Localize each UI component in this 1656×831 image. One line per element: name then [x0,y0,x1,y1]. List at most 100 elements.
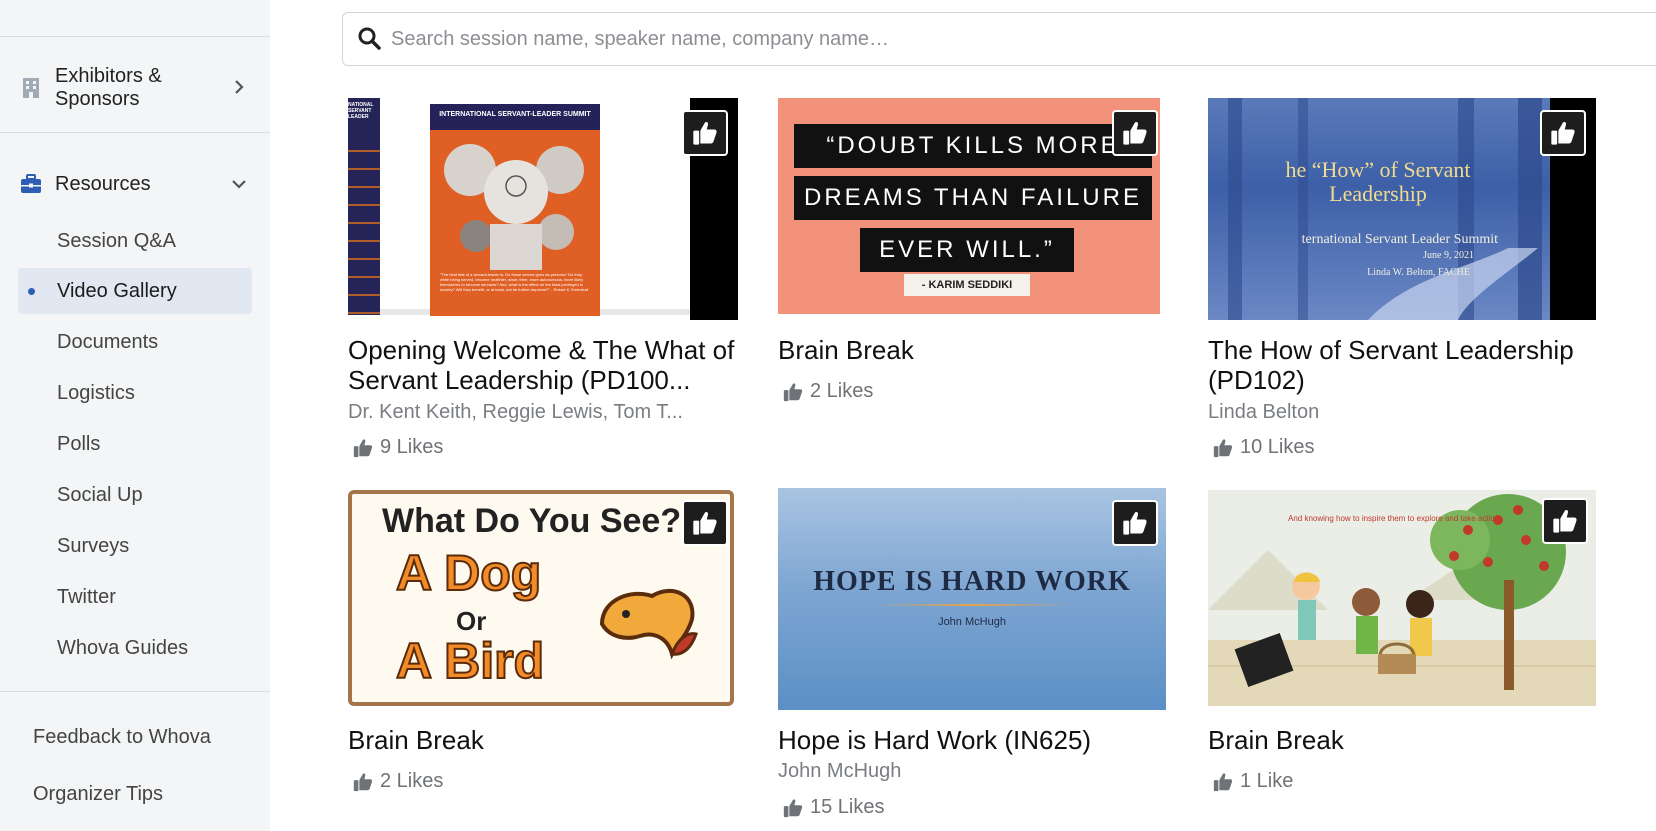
thumb-text: June 9, 2021 [1423,250,1474,261]
sidebar-item-label: Video Gallery [57,280,177,302]
thumbs-up-icon [783,382,803,401]
sidebar-item-label: Social Up [57,484,143,506]
thumb-text: NATIONAL SERVANT LEADER [348,102,374,120]
like-button[interactable] [682,110,728,156]
thumbs-up-icon [783,798,803,817]
video-thumbnail[interactable]: NATIONAL SERVANT LEADER INTERNATIONAL SE… [348,98,738,320]
sidebar-item-label: Polls [57,433,101,455]
thumbs-up-icon [1123,122,1147,145]
thumb-title: he “How” of Servant Leadership [1208,158,1548,206]
sidebar-item-documents[interactable]: Documents [18,319,252,365]
video-thumbnail[interactable]: “DOUBT KILLS MORE DREAMS THAN FAILURE EV… [778,98,1160,314]
sidebar-item-label: Sponsors [55,88,140,110]
sidebar-item-label: Exhibitors & [55,65,162,87]
sidebar-item-label: Surveys [57,535,130,557]
video-title[interactable]: Brain Break [778,335,1178,365]
active-indicator-dot [28,288,35,295]
thumb-text: Leadership [1329,181,1427,206]
video-card: And knowing how to inspire them to explo… [1208,490,1598,800]
search-input[interactable] [391,21,1391,57]
sidebar-item-social-up[interactable]: Social Up [18,472,252,518]
likes-count: 2 Likes [352,770,443,793]
thumbs-up-icon [1551,122,1575,145]
video-title[interactable]: The How of Servant Leadership (PD102) [1208,335,1608,395]
sidebar-divider [0,132,270,133]
like-button[interactable] [1542,498,1588,544]
sidebar-item-polls[interactable]: Polls [18,421,252,467]
likes-count: 1 Like [1212,770,1293,793]
thumb-text: A Dog [395,544,542,602]
sidebar-item-label: Documents [57,331,159,353]
dog-bird-illustration [599,589,698,660]
chevron-down-icon [232,180,246,189]
sidebar-item-session-qa[interactable]: Session Q&A [18,218,252,264]
video-speakers: Linda Belton [1208,401,1320,423]
video-thumbnail[interactable]: What Do You See? A Dog Or A Bird [348,490,734,706]
video-card: What Do You See? A Dog Or A Bird Brain B… [348,490,738,800]
thumb-side-panel: NATIONAL SERVANT LEADER [348,98,380,315]
video-title[interactable]: Brain Break [348,725,748,755]
thumb-text: HOPE IS HARD WORK [813,566,1131,597]
thumbs-up-icon [693,512,717,535]
sidebar-item-label: Logistics [57,382,135,404]
likes-count: 10 Likes [1212,436,1315,459]
video-card: “DOUBT KILLS MORE DREAMS THAN FAILURE EV… [778,98,1168,418]
thumb-text: ternational Servant Leader Summit [1301,232,1498,247]
thumb-text: John McHugh [938,616,1006,628]
likes-label: 15 Likes [810,796,885,818]
video-title[interactable]: Brain Break [1208,725,1608,755]
thumb-text: A Bird [395,632,545,690]
thumb-text: DREAMS THAN FAILURE [794,176,1152,220]
sidebar-item-label: Whova Guides [57,637,189,659]
sidebar-divider [0,36,270,37]
building-icon [20,77,42,99]
video-card: HOPE IS HARD WORK John McHugh Hope is Ha… [778,488,1168,828]
video-speakers: Dr. Kent Keith, Reggie Lewis, Tom T... [348,401,683,423]
thumb-text: Linda W. Belton, FACHE [1367,267,1470,278]
thumb-text: “DOUBT KILLS MORE [794,124,1152,168]
sidebar-item-label: Resources [55,173,151,195]
thumb-text: What Do You See? [382,502,682,540]
like-button[interactable] [1112,500,1158,546]
video-title[interactable]: Hope is Hard Work (IN625) [778,725,1178,755]
sidebar-item-twitter[interactable]: Twitter [18,574,252,620]
forest-path-background [1228,98,1542,320]
feedback-link[interactable]: Feedback to Whova [33,726,211,749]
sidebar-item-label: Session Q&A [57,230,176,252]
thumb-text: And knowing how to inspire them to explo… [1288,514,1500,523]
toolbox-icon [20,173,42,195]
likes-count: 2 Likes [782,380,873,403]
video-thumbnail[interactable]: he “How” of Servant Leadership ternation… [1208,98,1596,320]
thumbs-up-icon [353,772,373,791]
sidebar: Exhibitors & Sponsors Resources Session … [0,0,270,831]
thumbs-up-icon [353,438,373,457]
like-button[interactable] [1112,110,1158,156]
video-title[interactable]: Opening Welcome & The What of Servant Le… [348,335,748,395]
like-button[interactable] [1540,110,1586,156]
video-speakers: John McHugh [778,760,902,782]
likes-label: 2 Likes [810,380,874,402]
thumb-text: INTERNATIONAL SERVANT-LEADER SUMMIT [430,104,600,130]
likes-label: 9 Likes [380,436,444,458]
thumb-text: he “How” of Servant [1285,157,1471,182]
video-thumbnail[interactable]: And knowing how to inspire them to explo… [1208,490,1596,706]
organizer-tips-link[interactable]: Organizer Tips [33,783,163,806]
sidebar-item-resources[interactable]: Resources [0,166,270,202]
likes-label: 1 Like [1240,770,1294,792]
like-button[interactable] [682,500,728,546]
thumb-text: "The best test of a servant-leader is: D… [440,272,588,292]
sidebar-item-exhibitors-sponsors[interactable]: Exhibitors & Sponsors [0,62,270,114]
video-card: NATIONAL SERVANT LEADER INTERNATIONAL SE… [348,98,738,458]
sidebar-divider [0,691,270,692]
sidebar-item-video-gallery[interactable]: Video Gallery [18,268,252,314]
sidebar-item-surveys[interactable]: Surveys [18,523,252,569]
thumbs-up-icon [1123,512,1147,535]
likes-count: 9 Likes [352,436,443,459]
likes-label: 2 Likes [380,770,444,792]
video-thumbnail[interactable]: HOPE IS HARD WORK John McHugh [778,488,1166,710]
search-icon [358,27,381,50]
sidebar-item-whova-guides[interactable]: Whova Guides [18,625,252,671]
sidebar-item-logistics[interactable]: Logistics [18,370,252,416]
video-card: he “How” of Servant Leadership ternation… [1208,98,1598,458]
search-bar [342,12,1656,66]
